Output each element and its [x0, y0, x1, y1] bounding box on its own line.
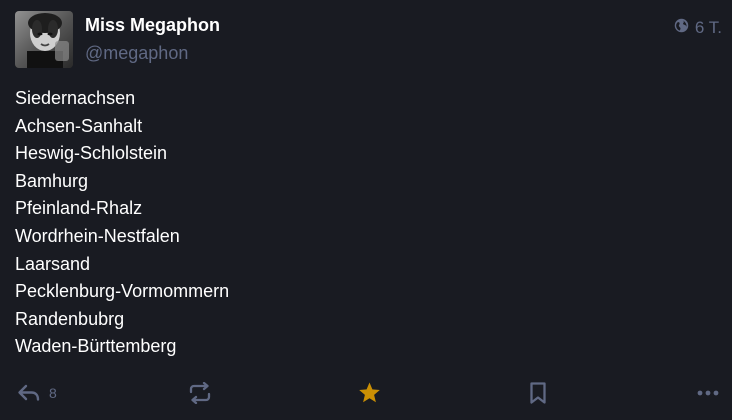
repeat-icon	[187, 382, 213, 404]
display-name[interactable]: Miss Megaphon	[85, 14, 220, 36]
reply-icon	[17, 383, 41, 403]
favourite-button[interactable]	[357, 379, 382, 407]
content-line: Heswig-Schlolstein	[15, 143, 168, 164]
more-options-button[interactable]	[697, 379, 719, 407]
bookmark-button[interactable]	[528, 379, 548, 407]
content-line: Pecklenburg-Vormommern	[15, 281, 230, 302]
content-line: Siedernachsen	[15, 88, 136, 108]
account-handle[interactable]: @megaphon	[85, 42, 188, 64]
status-card: Miss Megaphon @megaphon 6 T. Siedernachs…	[0, 0, 732, 420]
content-line: Bamhurg	[15, 170, 89, 191]
relative-time: 6 T.	[694, 18, 722, 37]
globe-icon	[674, 17, 689, 39]
more-horizontal-icon	[697, 389, 719, 397]
content-line: Achsen-Sanhalt	[15, 115, 143, 136]
content-line: Wordrhein-Nestfalen	[15, 225, 180, 246]
content-line: Laarsand	[15, 253, 91, 274]
content-line: Waden-Bürttemberg	[15, 336, 177, 357]
reply-button[interactable]: 8	[17, 379, 57, 407]
star-icon	[357, 381, 382, 405]
boost-button[interactable]	[187, 379, 213, 407]
bookmark-icon	[528, 381, 548, 405]
content-line: Pfeinland-Rhalz	[15, 198, 143, 219]
content-line: Randenbubrg	[15, 308, 125, 329]
reply-count: 8	[49, 385, 57, 401]
action-bar: 8	[0, 373, 732, 413]
status-content: Siedernachsen Achsen-Sanhalt Heswig-Schl…	[15, 85, 229, 361]
status-meta[interactable]: 6 T.	[674, 17, 722, 39]
avatar[interactable]	[15, 11, 73, 68]
